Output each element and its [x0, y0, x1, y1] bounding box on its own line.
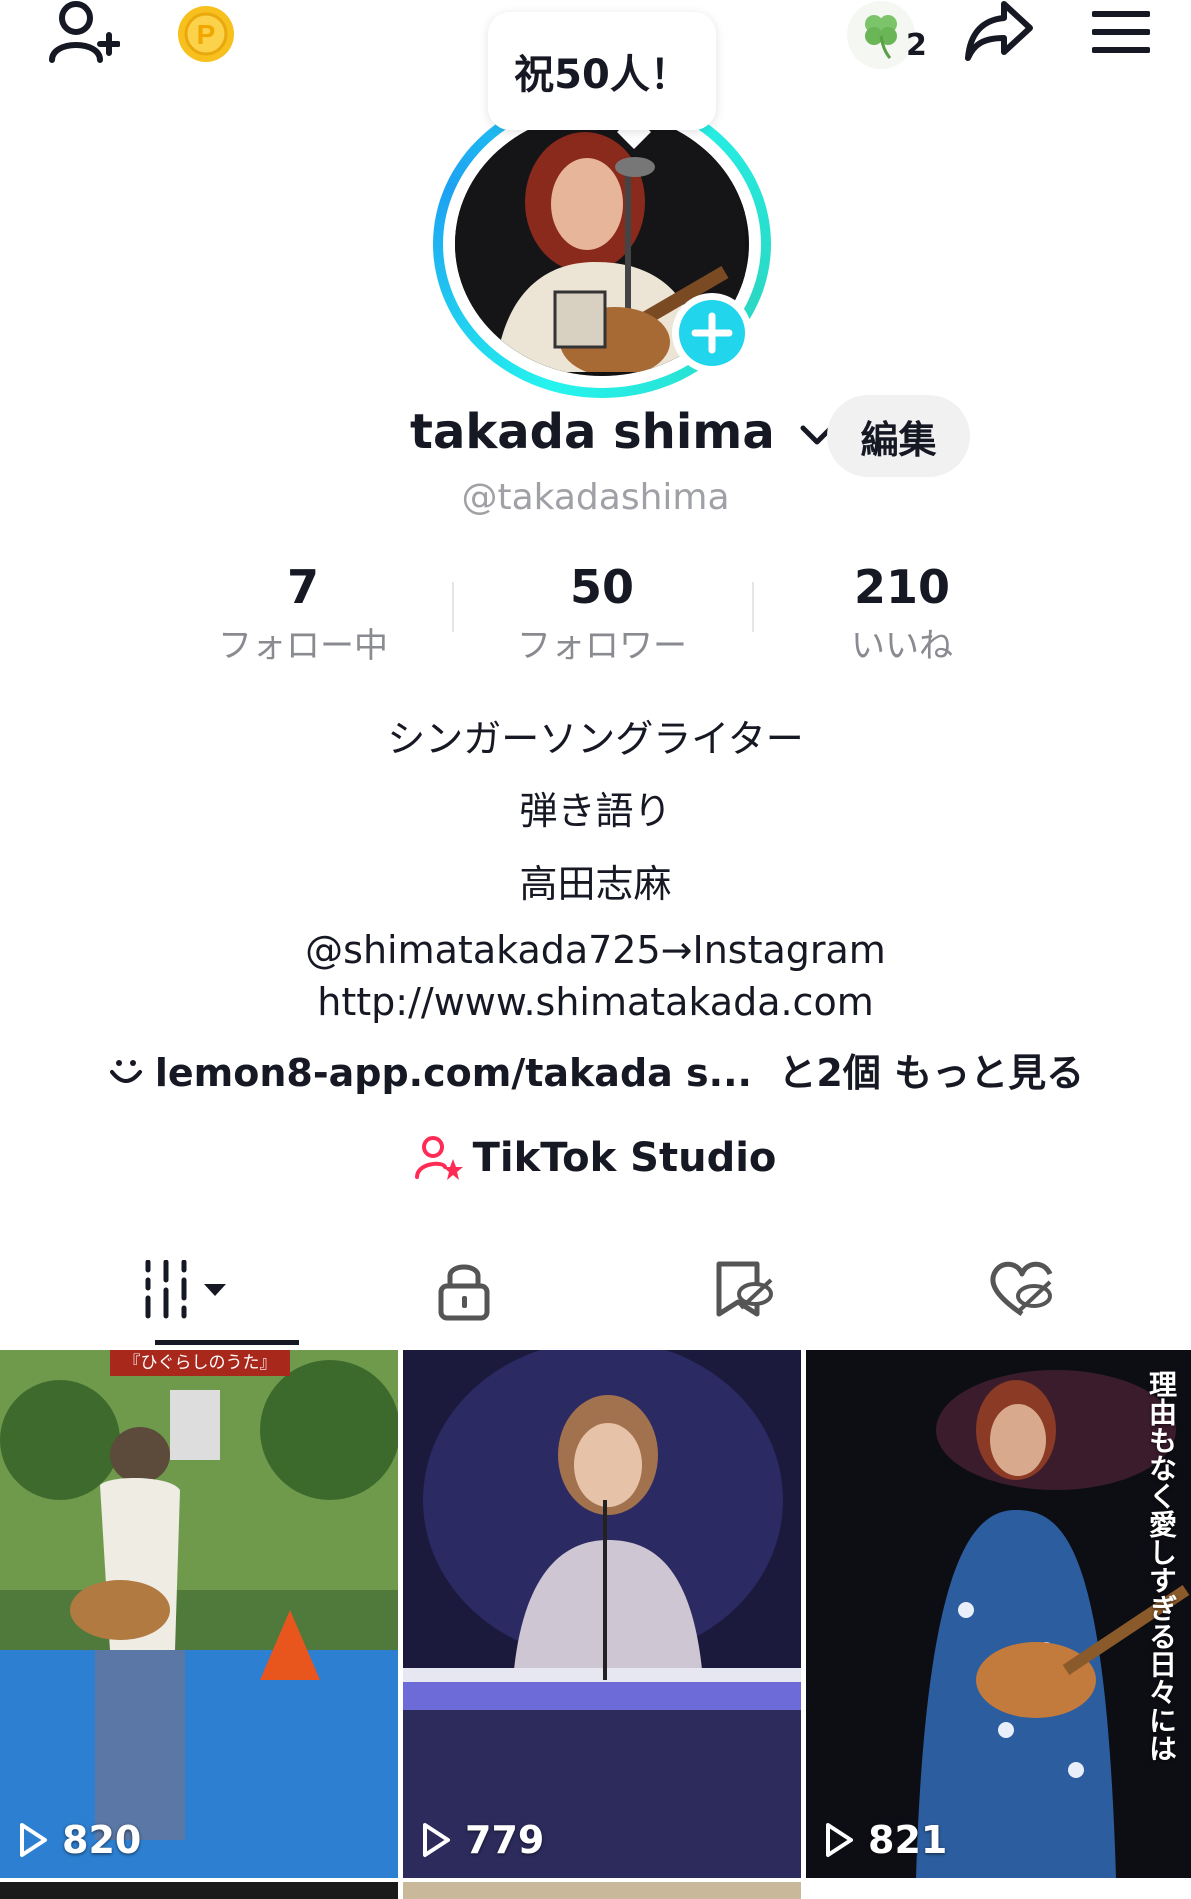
video-thumbnail[interactable]: [0, 1882, 398, 1899]
play-icon: [826, 1823, 853, 1857]
link-icon: [109, 1060, 142, 1083]
followers-stat[interactable]: 50 フォロワー: [462, 560, 742, 667]
share-icon[interactable]: [964, 0, 1034, 62]
play-icon: [20, 1823, 47, 1857]
following-stat[interactable]: 7 フォロー中: [163, 560, 443, 667]
bio-line: シンガーソングライター: [387, 717, 804, 761]
video-thumbnail-image: [0, 1350, 398, 1878]
likes-stat[interactable]: 210 いいね: [762, 560, 1042, 667]
stats-row: 7 フォロー中 50 フォロワー 210 いいね: [0, 560, 1191, 670]
tab-private[interactable]: [316, 1238, 613, 1348]
display-name: takada shima: [410, 404, 775, 460]
video-thumbnail[interactable]: 理由もなく愛しすぎる日々には 821: [806, 1350, 1191, 1878]
heart-hidden-icon: [990, 1261, 1053, 1317]
view-count: 820: [18, 1818, 141, 1862]
tab-reposts[interactable]: [595, 1238, 892, 1348]
video-thumbnail[interactable]: [806, 1882, 1191, 1899]
view-count-value: 779: [465, 1818, 545, 1862]
coin-icon[interactable]: P: [176, 4, 236, 64]
following-label: フォロー中: [218, 626, 388, 666]
video-caption: 『ひぐらしのうた』: [123, 1353, 277, 1373]
stats-divider: [752, 582, 754, 632]
profile-links[interactable]: lemon8-app.com/takada s... と2個 もっと見る: [0, 1042, 1191, 1097]
video-thumbnail[interactable]: [403, 1882, 801, 1899]
notification-count: 2: [906, 28, 927, 63]
play-icon: [423, 1823, 450, 1857]
view-count: 821: [824, 1818, 947, 1862]
video-thumbnail-image: [403, 1350, 801, 1878]
lock-icon: [438, 1264, 490, 1321]
view-count: 779: [421, 1818, 544, 1862]
edit-profile-button[interactable]: 編集: [827, 395, 970, 477]
studio-icon: [414, 1136, 463, 1180]
svg-text:P: P: [197, 19, 216, 50]
bio-line: 高田志麻: [519, 862, 672, 906]
menu-icon[interactable]: [1092, 10, 1150, 54]
bio-line: http://www.shimatakada.com: [317, 980, 874, 1024]
celebration-bubble[interactable]: 祝50人！: [488, 12, 716, 130]
video-thumbnail[interactable]: 『ひぐらしのうた』 820: [0, 1350, 398, 1878]
see-more-link[interactable]: もっと見る: [894, 1051, 1084, 1095]
add-story-background: [679, 300, 745, 366]
active-tab-indicator: [155, 1340, 299, 1345]
video-caption: 理由もなく愛しすぎる日々には: [1145, 1370, 1178, 1762]
add-friend-icon[interactable]: [48, 0, 120, 64]
followers-count: 50: [569, 560, 634, 614]
bio-line: @shimatakada725→Instagram: [305, 928, 886, 972]
view-count-value: 820: [62, 1818, 142, 1862]
stats-divider: [452, 582, 454, 632]
video-thumbnail-image: [806, 1350, 1191, 1878]
profile-tabs: [0, 1238, 1191, 1348]
link-text[interactable]: lemon8-app.com/takada s...: [155, 1051, 752, 1095]
clover-avatar[interactable]: 2: [846, 0, 927, 70]
add-story-button[interactable]: [672, 293, 752, 373]
repost-hidden-icon: [716, 1261, 773, 1317]
likes-count: 210: [853, 560, 951, 614]
name-row: takada shima 編集: [0, 395, 1191, 477]
video-thumbnail[interactable]: 779: [403, 1350, 801, 1878]
tab-videos[interactable]: [40, 1238, 337, 1348]
followers-label: フォロワー: [517, 626, 687, 666]
studio-label: TikTok Studio: [472, 1135, 777, 1181]
account-switcher[interactable]: takada shima: [410, 404, 835, 460]
celebration-text: 祝50人！: [514, 52, 690, 98]
tab-liked[interactable]: [870, 1238, 1167, 1348]
more-links-count: と2個: [778, 1051, 881, 1095]
likes-label: いいね: [851, 626, 953, 666]
plus-icon: [691, 312, 733, 354]
grid-menu-icon: [145, 1260, 226, 1319]
view-count-value: 821: [868, 1818, 948, 1862]
profile-handle: @takadashima: [461, 477, 730, 518]
following-count: 7: [286, 560, 319, 614]
bio-line: 弾き語り: [519, 789, 672, 833]
tiktok-studio-button[interactable]: TikTok Studio: [0, 1135, 1191, 1187]
